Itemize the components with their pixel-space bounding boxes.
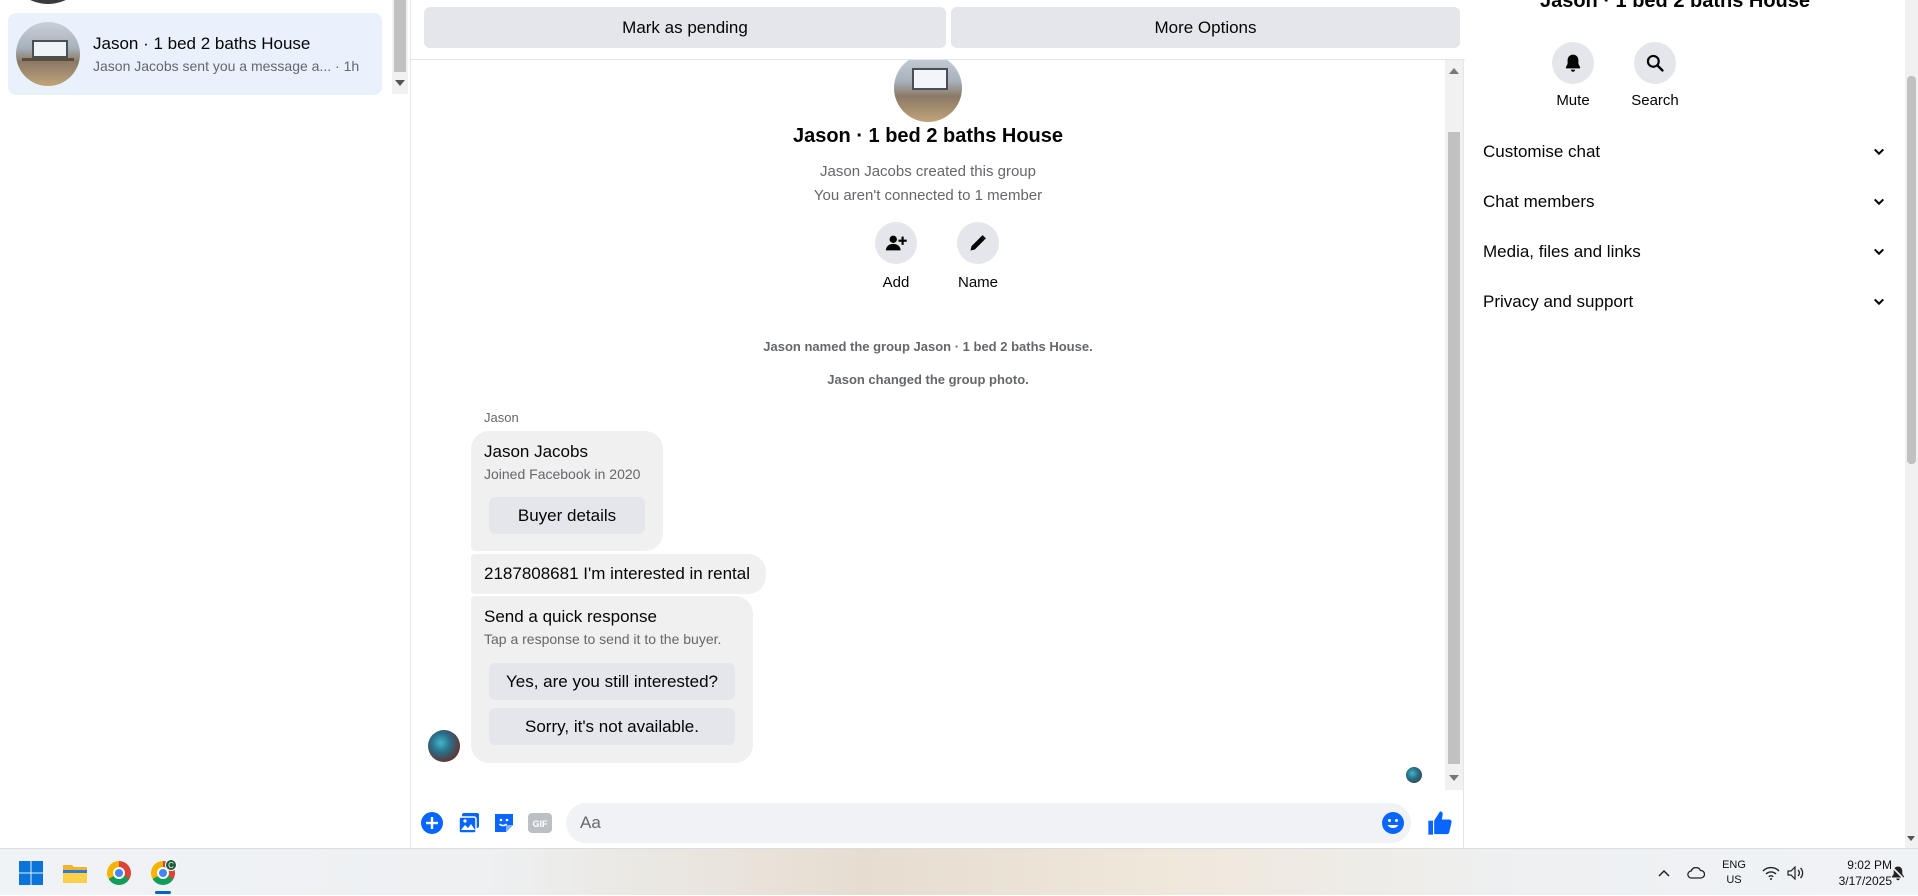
- mark-as-pending-button[interactable]: Mark as pending: [424, 7, 946, 48]
- scrollbar-thumb[interactable]: [1448, 132, 1460, 764]
- chevron-down-icon: [1873, 146, 1885, 158]
- plus-circle-icon[interactable]: [420, 811, 444, 835]
- conversation-list: Jason · 1 bed 2 baths House Jason Jacobs…: [0, 0, 390, 848]
- add-person-icon[interactable]: [875, 222, 917, 264]
- name-group-action[interactable]: Name: [948, 222, 1008, 291]
- quick-response-subtitle: Tap a response to send it to the buyer.: [484, 631, 722, 647]
- group-created-note: Jason Jacobs created this group: [820, 163, 1036, 180]
- emoji-icon[interactable]: [1381, 811, 1405, 835]
- search-action[interactable]: Search: [1615, 42, 1695, 109]
- system-message: Jason changed the group photo.: [827, 372, 1029, 387]
- search-label: Search: [1631, 92, 1679, 109]
- notification-bell-icon[interactable]: [1884, 849, 1912, 896]
- section-privacy-support[interactable]: Privacy and support: [1483, 285, 1885, 319]
- pencil-icon[interactable]: [957, 222, 999, 264]
- chrome-profile-icon[interactable]: C: [147, 857, 179, 889]
- scrollbar-thumb[interactable]: [1907, 76, 1916, 464]
- chat-info-panel: Jason · 1 bed 2 baths House: [1465, 0, 1905, 848]
- group-photo[interactable]: [894, 54, 962, 122]
- message-thread[interactable]: Jason · 1 bed 2 baths House Jason Jacobs…: [411, 54, 1445, 790]
- keyboard-region: US: [1726, 873, 1742, 886]
- buyer-profile-card: Jason Jacobs Joined Facebook in 2020 Buy…: [471, 431, 663, 551]
- file-explorer-icon[interactable]: [59, 857, 91, 889]
- quick-response-card: Send a quick response Tap a response to …: [471, 596, 753, 763]
- quick-response-title: Send a quick response: [484, 607, 657, 626]
- windows-start-icon[interactable]: [15, 857, 47, 889]
- add-label: Add: [882, 274, 910, 291]
- chat-window: Mark as pending More Options Jason · 1 b…: [410, 0, 1465, 848]
- photo-gallery-icon[interactable]: [457, 811, 481, 835]
- scroll-down-arrow-icon[interactable]: [1449, 775, 1459, 781]
- previous-conversation-avatar[interactable]: [16, 0, 80, 4]
- more-options-button[interactable]: More Options: [951, 7, 1460, 48]
- quick-response-still-interested-button[interactable]: Yes, are you still interested?: [489, 663, 735, 700]
- speaker-volume-icon[interactable]: [1785, 849, 1807, 896]
- quick-response-not-available-button[interactable]: Sorry, it's not available.: [489, 708, 735, 745]
- chrome-profile-badge: C: [165, 859, 177, 871]
- conversation-list-scrollbar[interactable]: [392, 0, 408, 94]
- bell-icon[interactable]: [1552, 42, 1594, 84]
- gif-icon-label: GIF: [533, 819, 549, 829]
- sticker-icon[interactable]: [492, 811, 516, 835]
- input-language-indicator[interactable]: ENG US: [1716, 849, 1752, 896]
- chrome-icon[interactable]: [103, 857, 135, 889]
- gif-icon[interactable]: GIF: [528, 811, 552, 835]
- chat-top-actions: Mark as pending More Options: [411, 0, 1465, 60]
- read-receipt-avatar: [1406, 767, 1422, 783]
- message-composer: GIF: [411, 800, 1465, 844]
- section-media-files-links[interactable]: Media, files and links: [1483, 235, 1885, 269]
- search-icon[interactable]: [1634, 42, 1676, 84]
- mute-action[interactable]: Mute: [1533, 42, 1613, 109]
- chevron-down-icon: [1873, 196, 1885, 208]
- message-thread-scrollbar[interactable]: [1445, 60, 1463, 790]
- mute-label: Mute: [1556, 92, 1590, 109]
- section-chat-members[interactable]: Chat members: [1483, 185, 1885, 219]
- buyer-details-button[interactable]: Buyer details: [489, 497, 645, 534]
- buyer-joined-note: Joined Facebook in 2020: [484, 466, 641, 482]
- onedrive-cloud-icon[interactable]: [1684, 849, 1708, 896]
- scroll-down-arrow-icon[interactable]: [395, 80, 405, 86]
- conversation-preview: Jason Jacobs sent you a message a... · 1…: [93, 58, 360, 74]
- system-clock[interactable]: 9:02 PM 3/17/2025: [1812, 849, 1892, 896]
- group-title: Jason · 1 bed 2 baths House: [792, 125, 1064, 147]
- sender-avatar[interactable]: [428, 730, 460, 762]
- scroll-up-arrow-icon[interactable]: [1449, 68, 1459, 74]
- section-customise-chat[interactable]: Customise chat: [1483, 135, 1885, 169]
- scroll-down-arrow-icon[interactable]: [1907, 836, 1915, 841]
- chevron-down-icon: [1873, 246, 1885, 258]
- wifi-icon[interactable]: [1760, 849, 1782, 896]
- section-label: Chat members: [1483, 192, 1595, 211]
- page-scrollbar[interactable]: [1905, 0, 1918, 848]
- section-label: Media, files and links: [1483, 242, 1641, 261]
- info-panel-title: Jason · 1 bed 2 baths House: [1539, 0, 1811, 12]
- system-message: Jason named the group Jason · 1 bed 2 ba…: [763, 339, 1093, 354]
- connection-note: You aren't connected to 1 member: [813, 187, 1043, 204]
- active-app-indicator: [155, 891, 171, 894]
- show-hidden-icons-chevron-up-icon[interactable]: [1652, 849, 1676, 896]
- scrollbar-thumb[interactable]: [394, 0, 406, 72]
- section-label: Privacy and support: [1483, 292, 1634, 311]
- message-bubble[interactable]: 2187808681 I'm interested in rental: [471, 554, 766, 594]
- name-label: Name: [957, 274, 998, 291]
- add-member-action[interactable]: Add: [866, 222, 926, 291]
- conversation-item-selected[interactable]: Jason · 1 bed 2 baths House Jason Jacobs…: [8, 13, 382, 95]
- conversation-avatar: [16, 22, 80, 86]
- chevron-down-icon: [1873, 296, 1885, 308]
- thumbs-up-icon[interactable]: [1426, 809, 1454, 837]
- language-code: ENG: [1722, 858, 1746, 871]
- conversation-title: Jason · 1 bed 2 baths House: [93, 34, 311, 53]
- message-sender-name: Jason: [484, 410, 519, 425]
- section-label: Customise chat: [1483, 142, 1601, 161]
- windows-taskbar: C ENG US 9:02 PM 3/17/2025: [0, 848, 1918, 895]
- message-input[interactable]: [566, 803, 1411, 843]
- buyer-name: Jason Jacobs: [484, 442, 588, 461]
